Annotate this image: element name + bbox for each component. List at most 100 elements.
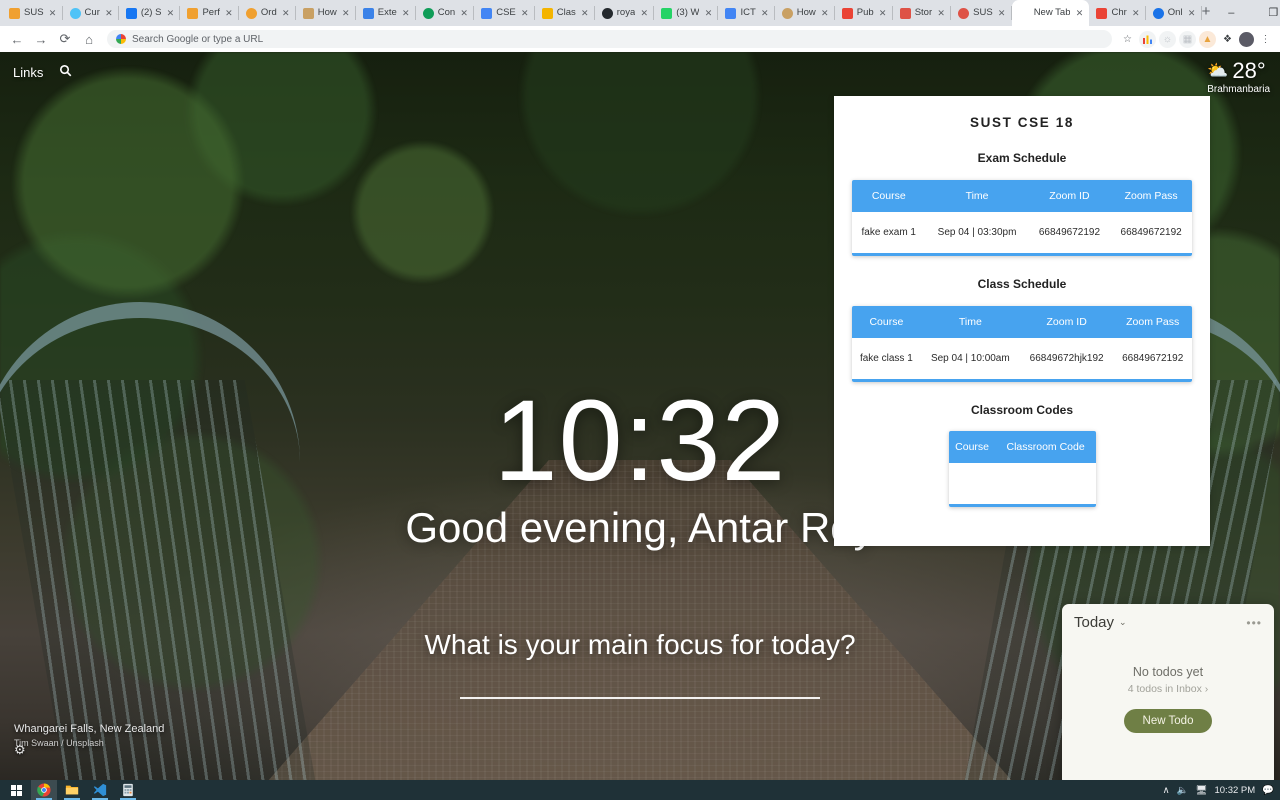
browser-tab[interactable]: Ord ✕ (239, 0, 296, 26)
tab-close-icon[interactable]: ✕ (459, 0, 469, 26)
tab-close-icon[interactable]: ✕ (104, 0, 114, 26)
todo-more-icon[interactable]: ••• (1246, 616, 1262, 630)
focus-input-underline[interactable] (460, 697, 820, 699)
browser-tab[interactable]: Cur ✕ (63, 0, 119, 26)
tab-close-icon[interactable]: ✕ (281, 0, 291, 26)
browser-tab[interactable]: How ✕ (775, 0, 835, 26)
table-cell: 66849672hjk192 (1019, 338, 1114, 379)
browser-tab[interactable]: (3) W ✕ (654, 0, 719, 26)
chrome-menu-icon[interactable]: ⋮ (1257, 31, 1274, 48)
file-explorer-icon[interactable] (59, 780, 85, 800)
chart-extension-icon[interactable] (1139, 30, 1156, 48)
tab-title: roya (616, 7, 636, 18)
tab-title: SUS (24, 7, 44, 18)
taskbar-clock[interactable]: 10:32 PM (1214, 785, 1255, 796)
vscode-icon[interactable] (87, 780, 113, 800)
profile-avatar[interactable] (1239, 31, 1254, 47)
tab-close-icon[interactable]: ✕ (1187, 0, 1197, 26)
back-button[interactable]: ← (6, 28, 28, 50)
network-icon[interactable]: 🖥 (1195, 785, 1207, 796)
browser-tab[interactable]: Pub ✕ (835, 0, 893, 26)
tab-close-icon[interactable]: ✕ (48, 0, 58, 26)
puzzle-extensions-icon[interactable]: ❖ (1219, 31, 1236, 48)
bookmark-star-icon[interactable]: ☆ (1119, 31, 1136, 48)
tab-close-icon[interactable]: ✕ (936, 0, 946, 26)
schedule-table-wrapper: Course Time Zoom ID Zoom Pass fake exam 1 Sep… (852, 180, 1192, 256)
new-todo-button[interactable]: New Todo (1123, 709, 1213, 733)
gear-icon[interactable]: ⚙ (14, 742, 26, 758)
tab-close-icon[interactable]: ✕ (341, 0, 351, 26)
reload-button[interactable]: ⟳ (54, 28, 76, 50)
browser-tab[interactable]: Exte ✕ (356, 0, 416, 26)
tab-title: Cur (84, 7, 100, 18)
chevron-down-icon[interactable]: ⌄ (1119, 617, 1127, 628)
todo-title-group[interactable]: Today ⌄ (1074, 614, 1127, 631)
minimize-button[interactable]: – (1210, 0, 1252, 26)
browser-tab[interactable]: SUS ✕ (951, 0, 1012, 26)
grid-extension-icon[interactable]: ▦ (1179, 30, 1196, 48)
tab-close-icon[interactable]: ✕ (820, 0, 830, 26)
tab-strip: SUS ✕ Cur ✕ (2) S ✕ Perf ✕ Ord ✕ How ✕ Exte ✕ Con ✕ CSE ✕… (0, 0, 1280, 26)
chrome-icon[interactable] (31, 780, 57, 800)
tab-close-icon[interactable]: ✕ (1074, 0, 1084, 26)
todo-widget[interactable]: Today ⌄ ••• No todos yet 4 todos in Inbo… (1062, 604, 1274, 780)
browser-tab[interactable]: ICT ✕ (718, 0, 775, 26)
home-button[interactable]: ⌂ (78, 28, 100, 50)
column-header: Time (958, 316, 982, 328)
tab-close-icon[interactable]: ✕ (580, 0, 590, 26)
links-label[interactable]: Links (13, 65, 43, 80)
browser-tab[interactable]: Stor ✕ (893, 0, 952, 26)
browser-tab[interactable]: Onl ✕ (1146, 0, 1202, 26)
new-tab-button[interactable]: + (1202, 0, 1211, 26)
tab-close-icon[interactable]: ✕ (878, 0, 888, 26)
todo-inbox-link[interactable]: 4 todos in Inbox › (1074, 683, 1262, 695)
windows-start-icon[interactable] (3, 780, 29, 800)
browser-tab[interactable]: Chr ✕ (1089, 0, 1146, 26)
table-accent-line (852, 379, 1192, 382)
tab-close-icon[interactable]: ✕ (760, 0, 770, 26)
volume-icon[interactable]: 🔈 (1177, 785, 1189, 796)
tab-close-icon[interactable]: ✕ (1131, 0, 1141, 26)
gmail-icon (1096, 7, 1108, 19)
extension-popup-panel: SUST CSE 18 Exam Schedule Course Time Zoom … (834, 96, 1210, 546)
browser-tab[interactable]: Perf ✕ (180, 0, 239, 26)
maximize-button[interactable]: ❐ (1252, 0, 1280, 26)
browser-tab[interactable]: SUS ✕ (2, 0, 63, 26)
firefox-icon (245, 7, 257, 19)
schedule-table-wrapper: Course Classroom Code (948, 431, 1096, 507)
weather-widget[interactable]: ⛅ 28° Brahmanbaria (1207, 60, 1270, 96)
tab-close-icon[interactable]: ✕ (401, 0, 411, 26)
browser-tab[interactable]: roya ✕ (595, 0, 655, 26)
notification-icon[interactable]: 💬 (1262, 785, 1274, 796)
firefox-icon (9, 7, 20, 19)
browser-tab[interactable]: (2) S ✕ (119, 0, 181, 26)
tab-close-icon[interactable]: ✕ (520, 0, 530, 26)
browser-tab[interactable]: Con ✕ (416, 0, 475, 26)
tab-close-icon[interactable]: ✕ (997, 0, 1007, 26)
extension-sections: Exam Schedule Course Time Zoom ID Zoom Pass f… (834, 151, 1210, 507)
tab-close-icon[interactable]: ✕ (703, 0, 713, 26)
tray-expand-chevron-icon[interactable]: ∧ (1163, 785, 1170, 796)
address-bar[interactable]: Search Google or type a URL (107, 30, 1112, 48)
google-g-icon (116, 34, 126, 44)
momentum-extension-icon[interactable]: ▲ (1199, 30, 1216, 48)
tab-close-icon[interactable]: ✕ (639, 0, 649, 26)
forward-button[interactable]: → (30, 28, 52, 50)
tab-close-icon[interactable]: ✕ (224, 0, 234, 26)
tab-close-icon[interactable]: ✕ (165, 0, 175, 26)
calculator-icon[interactable] (115, 780, 141, 800)
lightbulb-extension-icon[interactable]: ☼ (1159, 30, 1176, 48)
schedule-table: Course Classroom Code (948, 431, 1096, 504)
todo-empty-text: No todos yet (1132, 665, 1204, 679)
browser-tab[interactable]: How ✕ (296, 0, 356, 26)
browser-tab[interactable]: CSE ✕ (474, 0, 535, 26)
browser-tab[interactable]: New Tab ✕ (1011, 0, 1090, 26)
todo-body: No todos yet 4 todos in Inbox › New Todo (1074, 665, 1262, 733)
tab-title: (2) S (140, 7, 162, 18)
browser-tab[interactable]: Clas ✕ (535, 0, 595, 26)
table-cell: Sep 04 | 10:00am (920, 338, 1020, 379)
tab-title: CSE (496, 7, 516, 18)
tab-title: Onl (1167, 7, 1183, 18)
column-header: Time (965, 190, 989, 202)
search-icon[interactable] (59, 64, 72, 80)
